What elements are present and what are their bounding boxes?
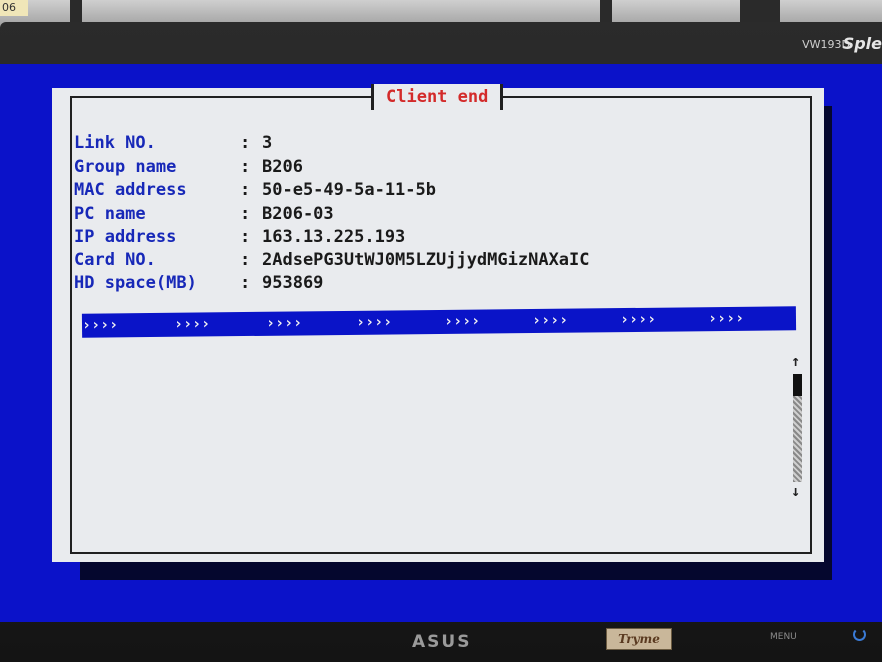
info-separator: : bbox=[240, 250, 251, 270]
menu-button[interactable]: MENU bbox=[770, 632, 797, 642]
info-separator: : bbox=[240, 157, 251, 177]
info-row-pc-name: PC name: B206-03 bbox=[74, 203, 334, 225]
progress-chevrons: ›››› bbox=[707, 308, 745, 328]
info-label: MAC address bbox=[74, 180, 187, 200]
info-separator: : bbox=[240, 133, 251, 153]
power-icon[interactable] bbox=[853, 628, 866, 641]
progress-chevrons: ›››› bbox=[531, 310, 569, 330]
info-value: B206 bbox=[262, 157, 303, 177]
info-row-ip-address: IP address:163.13.225.193 bbox=[74, 226, 405, 248]
progress-chevrons: ›››› bbox=[173, 314, 211, 333]
scrollbar-thumb[interactable] bbox=[793, 374, 802, 396]
info-separator: : bbox=[240, 273, 251, 293]
info-value: B206-03 bbox=[262, 204, 334, 224]
info-separator: : bbox=[240, 180, 251, 200]
info-label: IP address bbox=[74, 227, 177, 247]
info-label: PC name bbox=[74, 204, 146, 224]
info-value: 163.13.225.193 bbox=[262, 227, 406, 247]
info-label: Group name bbox=[74, 157, 177, 177]
info-row-card-no: Card NO.:2AdsePG3UtWJ0M5LZUjjydMGizNAXaI… bbox=[74, 249, 590, 271]
progress-chevrons: ›››› bbox=[619, 309, 657, 329]
monitor-brand: Sple bbox=[842, 34, 882, 53]
scroll-up-arrow-icon[interactable]: ↑ bbox=[791, 352, 800, 370]
scroll-down-arrow-icon[interactable]: ↓ bbox=[791, 482, 800, 500]
progress-chevrons: ›››› bbox=[81, 315, 119, 334]
monitor-sticker: Tryme bbox=[606, 628, 672, 650]
info-value: 2AdsePG3UtWJ0M5LZUjjydMGizNAXaIC bbox=[262, 250, 590, 270]
info-value: 50-e5-49-5a-11-5b bbox=[262, 180, 436, 200]
info-value: 953869 bbox=[262, 273, 324, 293]
progress-chevrons: ›››› bbox=[265, 313, 303, 332]
info-value: 3 bbox=[262, 133, 273, 153]
info-row-group-name: Group name: B206 bbox=[74, 156, 303, 178]
progress-chevrons: ›››› bbox=[355, 312, 393, 331]
info-label: HD space(MB) bbox=[74, 273, 197, 293]
info-row-link-no: Link NO.:3 bbox=[74, 132, 272, 154]
info-row-mac-address: MAC address:50-e5-49-5a-11-5b bbox=[74, 179, 436, 201]
info-label: Card NO. bbox=[74, 250, 156, 270]
panel-title: Client end bbox=[371, 84, 504, 110]
info-label: Link NO. bbox=[74, 133, 156, 153]
corner-label: 06 bbox=[0, 0, 28, 16]
progress-chevrons: ›››› bbox=[443, 311, 481, 330]
info-separator: : bbox=[240, 227, 251, 247]
info-separator: : bbox=[240, 204, 251, 224]
info-row-hd-space: HD space(MB):953869 bbox=[74, 272, 323, 294]
asus-logo: ASUS bbox=[412, 632, 472, 652]
